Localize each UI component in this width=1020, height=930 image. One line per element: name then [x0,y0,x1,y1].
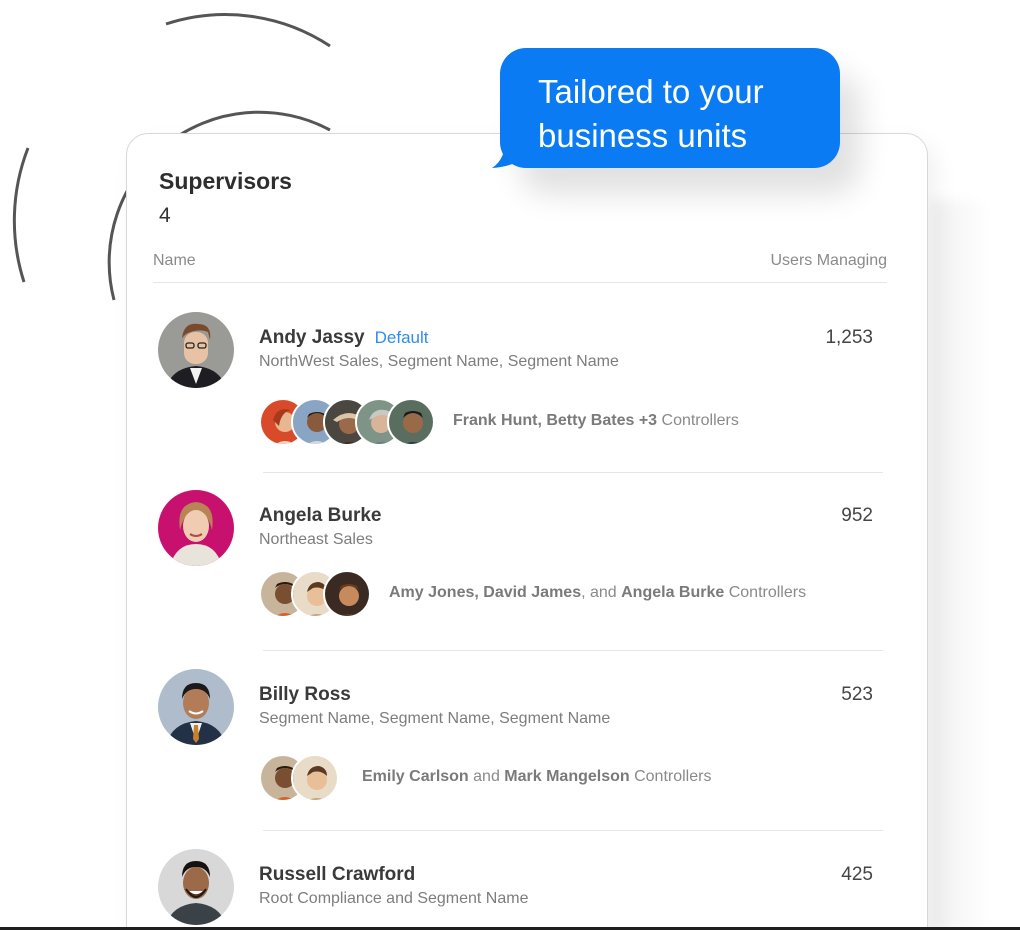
supervisor-segments: Root Compliance and Segment Name [259,890,529,907]
card-shadow [930,200,990,930]
supervisor-name[interactable]: Russell Crawford [259,864,415,886]
callout-bubble: Tailored to your business units [500,48,840,168]
supervisor-row[interactable]: Angela Burke Northeast Sales 952 Amy Jon… [127,312,927,651]
person-avatar-smile-icon [158,849,234,925]
users-managing-count: 425 [841,864,873,885]
callout-line-1: Tailored to your [538,73,764,110]
supervisor-row[interactable]: Billy Ross Segment Name, Segment Name, S… [127,491,927,831]
callout-line-2: business units [538,117,748,154]
supervisors-card: Supervisors 4 Name Users Managing Andy J… [126,133,928,930]
supervisor-row[interactable]: Russell Crawford Root Compliance and Seg… [127,671,927,925]
